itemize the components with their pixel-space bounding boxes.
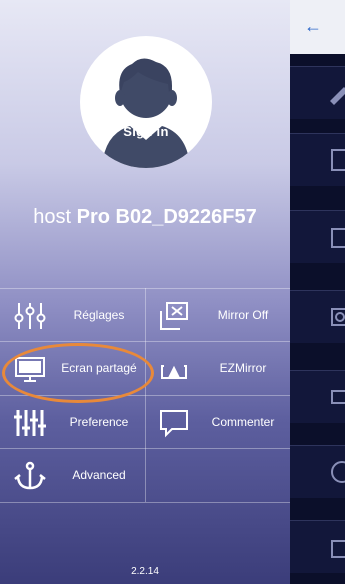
folder-icon	[331, 228, 345, 248]
square-icon	[331, 390, 345, 404]
camera-icon	[331, 308, 345, 326]
menu-advanced-label: Advanced	[72, 468, 126, 482]
highlight-annotation	[2, 343, 154, 403]
equalizer-icon	[14, 410, 46, 436]
menu-advanced[interactable]: Advanced	[0, 449, 145, 502]
menu-settings[interactable]: Réglages	[0, 289, 145, 342]
menu-ezmirror[interactable]: EZMirror	[146, 342, 290, 395]
back-arrow-icon[interactable]: ←	[304, 16, 322, 37]
background-panel: ←	[290, 0, 345, 584]
panel-row[interactable]	[290, 133, 345, 186]
sliders-icon	[14, 303, 46, 329]
app-version: 2.2.14	[131, 566, 159, 577]
top-bar: ←	[290, 0, 345, 54]
edit-icon	[330, 87, 345, 105]
host-prefix: host	[33, 206, 72, 228]
panel-row[interactable]	[290, 520, 345, 573]
divider	[0, 502, 290, 503]
menu-comment-label: Commenter	[211, 415, 275, 429]
download-icon	[331, 540, 345, 558]
menu-mirror-off[interactable]: Mirror Off	[146, 289, 290, 342]
panel-row[interactable]	[290, 445, 345, 498]
panel-row[interactable]	[290, 370, 345, 423]
globe-icon	[331, 461, 345, 483]
sign-in-label: Sign in	[123, 124, 169, 139]
cast-icon	[161, 365, 187, 379]
menu-settings-label: Réglages	[73, 308, 125, 322]
host-device-name: host Pro B02_D9226F57	[0, 206, 290, 229]
comment-icon	[160, 410, 188, 438]
panel-row[interactable]	[290, 290, 345, 343]
navigation-drawer: Sign in host Pro B02_D9226F57 Réglages M…	[0, 0, 290, 584]
host-name: Pro B02_D9226F57	[76, 206, 257, 228]
menu-mirror-off-label: Mirror Off	[217, 308, 269, 322]
document-icon	[331, 149, 345, 171]
panel-row[interactable]	[290, 66, 345, 119]
panel-row[interactable]	[290, 210, 345, 263]
sign-in-avatar[interactable]: Sign in	[80, 36, 212, 168]
menu-preference[interactable]: Preference	[0, 396, 145, 449]
user-silhouette-icon	[102, 58, 190, 168]
menu-ezmirror-label: EZMirror	[219, 361, 267, 375]
mirror-off-icon	[160, 302, 188, 330]
menu-preference-label: Preference	[69, 415, 129, 429]
anchor-icon	[14, 461, 46, 490]
menu-comment[interactable]: Commenter	[146, 396, 290, 449]
